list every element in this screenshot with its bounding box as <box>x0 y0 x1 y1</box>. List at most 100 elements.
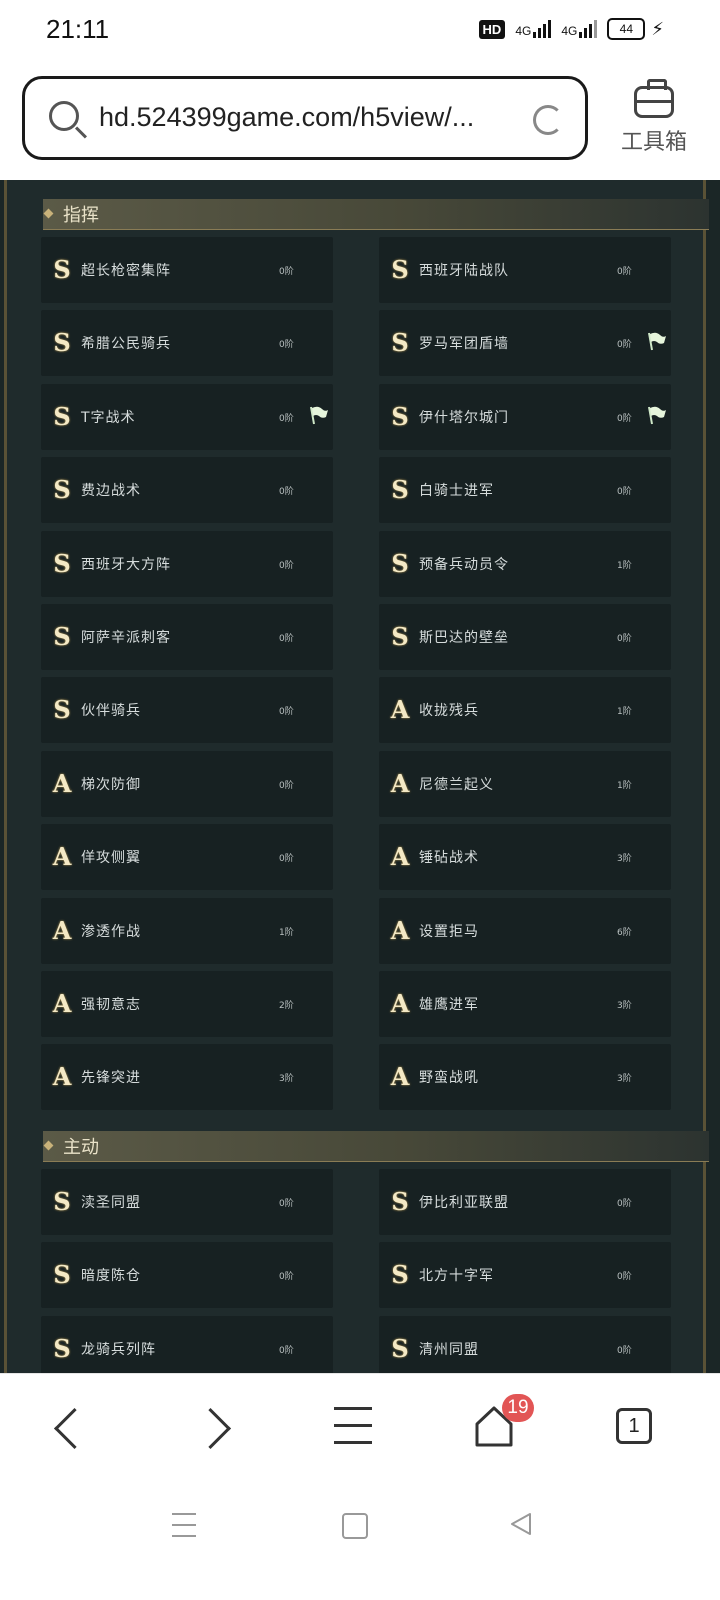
skill-level: 0阶 <box>279 413 294 424</box>
skill-level: 0阶 <box>617 487 632 498</box>
reload-icon[interactable] <box>533 105 563 135</box>
skill-name: 暗度陈仓 <box>81 1268 141 1285</box>
toolbox-label: 工具箱 <box>620 130 687 155</box>
grade-badge: S <box>391 401 409 431</box>
skill-card[interactable]: S 西班牙大方阵 0阶 <box>41 530 333 597</box>
skill-card[interactable]: S 清州同盟 0阶 <box>379 1315 671 1373</box>
skill-level: 0阶 <box>279 487 294 498</box>
skill-card[interactable]: A 雄鹰进军 3阶 <box>379 971 671 1037</box>
skill-card[interactable]: S 伊什塔尔城门 0阶 <box>379 383 671 450</box>
skill-level: 0阶 <box>617 634 632 644</box>
skill-card[interactable]: S 北方十字军 0阶 <box>379 1242 671 1309</box>
tabs-icon[interactable]: 1 <box>616 1408 652 1444</box>
grade-badge: A <box>390 989 410 1018</box>
network-type-label: 4G <box>515 24 532 38</box>
skill-name: 佯攻侧翼 <box>81 850 141 867</box>
hd-icon: HD <box>478 19 506 39</box>
grade-badge: A <box>52 768 72 798</box>
skill-card[interactable]: S 西班牙陆战队 0阶 <box>379 237 671 303</box>
game-content: 指挥 S 超长枪密集阵 0阶 S 西班牙陆战队 0阶 S 希腊公民骑兵 0阶 S 罗马军团盾墙 0阶 S T… <box>0 180 720 1373</box>
grade-badge: A <box>52 915 72 945</box>
skill-card[interactable]: A 尼德兰起义 1阶 <box>379 750 671 817</box>
home-badge: 19 <box>502 1394 534 1422</box>
skill-name: 尼德兰起义 <box>419 776 494 793</box>
skill-level: 0阶 <box>617 1345 632 1356</box>
menu-icon[interactable] <box>334 1407 372 1458</box>
skill-card[interactable]: S 龙骑兵列阵 0阶 <box>41 1315 333 1373</box>
grade-badge: S <box>53 695 71 725</box>
skill-card[interactable]: A 收拢残兵 1阶 <box>379 677 671 744</box>
skill-card[interactable]: A 先锋突进 3阶 <box>41 1044 333 1111</box>
skill-name: 伙伴骑兵 <box>81 703 141 720</box>
skill-card[interactable]: S 斯巴达的壁垒 0阶 <box>379 604 671 670</box>
skill-name: 西班牙陆战队 <box>419 263 509 279</box>
skill-card[interactable]: A 梯次防御 0阶 <box>41 750 333 817</box>
skill-name: 罗马军团盾墙 <box>419 336 509 353</box>
skill-card[interactable]: S 希腊公民骑兵 0阶 <box>41 310 333 377</box>
skill-card[interactable]: A 设置拒马 6阶 <box>379 897 671 964</box>
skill-level: 0阶 <box>279 267 294 277</box>
skill-name: 收拢残兵 <box>419 703 479 720</box>
skill-card[interactable]: S 费边战术 0阶 <box>41 457 333 524</box>
skill-name: 斯巴达的壁垒 <box>419 630 509 646</box>
battery-icon: 44 <box>607 18 646 40</box>
skill-card[interactable]: S 超长枪密集阵 0阶 <box>41 237 333 303</box>
grade-badge: S <box>391 255 409 284</box>
grade-badge: S <box>391 1186 409 1216</box>
skill-card[interactable]: S 预备兵动员令 1阶 <box>379 530 671 597</box>
skill-level: 2阶 <box>279 1001 294 1011</box>
skill-card[interactable]: A 锤砧战术 3阶 <box>379 824 671 891</box>
skill-name: 希腊公民骑兵 <box>81 336 171 353</box>
grade-badge: S <box>53 1333 71 1363</box>
skill-card[interactable]: A 野蛮战吼 3阶 <box>379 1044 671 1111</box>
flag-icon <box>310 406 328 424</box>
skill-card[interactable]: S 暗度陈仓 0阶 <box>41 1242 333 1309</box>
grade-badge: S <box>53 548 71 578</box>
system-nav-bar <box>0 1483 720 1600</box>
skill-card[interactable]: A 佯攻侧翼 0阶 <box>41 824 333 891</box>
section-title: 主动 <box>63 1136 99 1158</box>
grade-badge: S <box>53 401 71 431</box>
grade-badge: S <box>391 475 409 505</box>
toolbox-icon <box>634 79 674 118</box>
skill-name: 北方十字军 <box>419 1268 494 1285</box>
skill-name: 雄鹰进军 <box>419 997 479 1013</box>
skill-card[interactable]: S 阿萨辛派刺客 0阶 <box>41 604 333 670</box>
address-bar[interactable]: hd.524399game.com/h5view/... <box>22 76 588 160</box>
skill-card[interactable]: S 渎圣同盟 0阶 <box>41 1168 333 1235</box>
skill-level: 0阶 <box>279 1272 294 1283</box>
network-type-label-2: 4G <box>561 24 578 38</box>
skill-card[interactable]: A 渗透作战 1阶 <box>41 897 333 964</box>
skill-card[interactable]: A 强韧意志 2阶 <box>41 971 333 1037</box>
system-back-icon[interactable] <box>508 1511 534 1537</box>
grade-badge: S <box>391 548 409 578</box>
system-home-icon[interactable] <box>342 1513 368 1539</box>
section-header: 主动 <box>43 1130 709 1162</box>
toolbox-button[interactable]: 工具箱 <box>614 79 694 156</box>
skill-level: 0阶 <box>617 340 632 351</box>
url-text[interactable]: hd.524399game.com/h5view/... <box>99 102 474 133</box>
skill-level: 0阶 <box>279 1198 294 1209</box>
skill-card[interactable]: S 伙伴骑兵 0阶 <box>41 677 333 744</box>
skill-level: 0阶 <box>279 1345 294 1356</box>
skill-name: 白骑士进军 <box>419 483 494 500</box>
skill-name: 梯次防御 <box>81 776 141 793</box>
forward-icon[interactable] <box>189 1407 232 1450</box>
skill-level: 0阶 <box>279 340 294 351</box>
skill-name: 龙骑兵列阵 <box>81 1341 156 1358</box>
skill-level: 0阶 <box>279 560 294 571</box>
recent-apps-icon[interactable] <box>172 1513 196 1546</box>
skill-card[interactable]: S 罗马军团盾墙 0阶 <box>379 310 671 377</box>
diamond-icon <box>43 208 54 219</box>
grade-badge: A <box>52 989 72 1018</box>
skill-level: 3阶 <box>617 1001 632 1011</box>
back-icon[interactable] <box>53 1407 96 1450</box>
browser-nav-bar: 19 1 <box>0 1373 720 1484</box>
skill-level: 0阶 <box>617 267 632 277</box>
skill-level: 0阶 <box>279 707 294 718</box>
skill-level: 0阶 <box>279 780 294 791</box>
skill-card[interactable]: S 白骑士进军 0阶 <box>379 457 671 524</box>
skill-card[interactable]: S T字战术 0阶 <box>41 383 333 450</box>
grade-badge: S <box>391 1333 409 1363</box>
skill-card[interactable]: S 伊比利亚联盟 0阶 <box>379 1168 671 1235</box>
